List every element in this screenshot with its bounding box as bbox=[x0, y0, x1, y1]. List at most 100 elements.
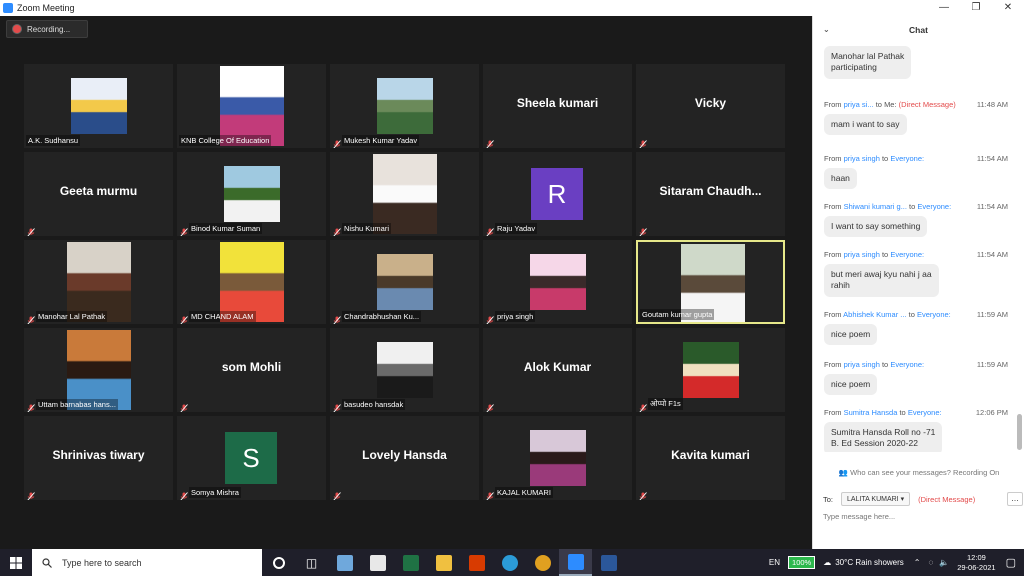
chat-bubble[interactable]: but meri awaj kyu nahi j aa rahih bbox=[824, 264, 939, 297]
close-button[interactable]: ✕ bbox=[992, 0, 1024, 16]
cortana-icon[interactable] bbox=[262, 549, 295, 576]
participant-name-label: Manohar Lal Pathak bbox=[36, 311, 108, 322]
chat-timestamp: 11:54 AM bbox=[976, 154, 1008, 163]
participant-video bbox=[376, 254, 433, 310]
participant-tile[interactable]: Shrinivas tiwary bbox=[24, 416, 173, 500]
task-view-icon[interactable]: ◫ bbox=[295, 549, 328, 576]
participant-tile[interactable]: A.K. Sudhansu bbox=[24, 64, 173, 148]
recording-indicator[interactable]: Recording... bbox=[6, 20, 88, 38]
participant-tile[interactable]: KNB College Of Education bbox=[177, 64, 326, 148]
maximize-button[interactable]: ❐ bbox=[960, 0, 992, 16]
battery-indicator[interactable]: 100% bbox=[788, 556, 816, 569]
muted-mic-icon bbox=[333, 228, 341, 236]
chat-bubble[interactable]: nice poem bbox=[824, 374, 878, 396]
participant-tile[interactable]: Mukesh Kumar Yadav bbox=[330, 64, 479, 148]
chat-timestamp: 11:54 AM bbox=[976, 202, 1008, 211]
store-icon[interactable] bbox=[361, 549, 394, 576]
chat-sender[interactable]: Shiwani kumari g... bbox=[844, 202, 907, 211]
to-word: to bbox=[908, 310, 915, 319]
more-options-button[interactable]: ... bbox=[1007, 492, 1023, 506]
taskbar-clock[interactable]: 12:09 29-06-2021 bbox=[957, 553, 995, 573]
word-icon[interactable] bbox=[592, 549, 625, 576]
participant-tile[interactable]: R Raju Yadav bbox=[483, 152, 632, 236]
participant-tile[interactable]: Manohar Lal Pathak bbox=[24, 240, 173, 324]
taskbar-app-1-icon[interactable] bbox=[328, 549, 361, 576]
participant-tile[interactable]: basudeo hansdak bbox=[330, 328, 479, 412]
file-explorer-icon[interactable] bbox=[427, 549, 460, 576]
participant-tile[interactable]: MD CHAND ALAM bbox=[177, 240, 326, 324]
chevron-up-icon[interactable]: ⌃ bbox=[914, 558, 921, 567]
weather-text[interactable]: 30°C Rain showers bbox=[835, 558, 904, 567]
participant-tile[interactable]: Nishu Kumari bbox=[330, 152, 479, 236]
participant-name-label: Goutam kumar gupta bbox=[640, 309, 715, 320]
chat-sender[interactable]: Abhishek Kumar ... bbox=[843, 310, 906, 319]
muted-indicator bbox=[180, 312, 188, 324]
office-icon[interactable] bbox=[460, 549, 493, 576]
participant-tile[interactable]: KAJAL KUMARI bbox=[483, 416, 632, 500]
participant-tile[interactable]: Geeta murmu bbox=[24, 152, 173, 236]
chat-bubble[interactable]: I want to say something bbox=[824, 216, 928, 238]
chat-sender[interactable]: priya singh bbox=[844, 360, 880, 369]
system-tray: EN 100% ☁ 30°C Rain showers ⌃ ◌ 🔈 12:09 … bbox=[769, 549, 1024, 576]
recipient-dropdown[interactable]: LALITA KUMARI ▾ bbox=[841, 492, 911, 506]
privacy-note[interactable]: 👥 Who can see your messages? Recording O… bbox=[813, 468, 1024, 477]
participant-tile[interactable]: Kavita kumari bbox=[636, 416, 785, 500]
participant-video bbox=[219, 66, 284, 146]
participant-name-display: Geeta murmu bbox=[59, 184, 138, 198]
participant-tile[interactable]: Sheela kumari bbox=[483, 64, 632, 148]
muted-mic-icon bbox=[639, 404, 647, 412]
chat-message: From Shiwani kumari g... to Everyone: 11… bbox=[824, 202, 1020, 238]
excel-icon[interactable] bbox=[394, 549, 427, 576]
participant-tile[interactable]: Binod Kumar Suman bbox=[177, 152, 326, 236]
edge-icon[interactable] bbox=[493, 549, 526, 576]
chevron-down-icon[interactable]: ⌄ bbox=[823, 25, 830, 34]
windows-start-button[interactable] bbox=[0, 549, 32, 576]
participant-video bbox=[529, 254, 586, 310]
window-title: Zoom Meeting bbox=[17, 3, 75, 13]
chat-message-input[interactable] bbox=[823, 512, 1013, 521]
participant-tile[interactable]: som Mohli bbox=[177, 328, 326, 412]
chat-bubble[interactable]: nice poem bbox=[824, 324, 878, 346]
participant-tile[interactable]: priya singh bbox=[483, 240, 632, 324]
participant-tile[interactable]: Vicky bbox=[636, 64, 785, 148]
network-icon[interactable]: ◌ bbox=[928, 558, 933, 567]
zoom-taskbar-icon[interactable] bbox=[559, 549, 592, 576]
muted-indicator bbox=[486, 488, 494, 500]
notification-icon[interactable]: ▢ bbox=[1006, 556, 1016, 569]
participant-tile[interactable]: S Somya Mishra bbox=[177, 416, 326, 500]
minimize-button[interactable]: — bbox=[928, 0, 960, 16]
chat-bubble[interactable]: Manohar lal Pathak participating bbox=[824, 46, 912, 79]
chat-recipient: Everyone: bbox=[890, 250, 925, 259]
windows-logo-icon bbox=[10, 556, 22, 569]
participant-tile[interactable]: Alok Kumar bbox=[483, 328, 632, 412]
participant-tile[interactable]: Lovely Hansda bbox=[330, 416, 479, 500]
participant-tile[interactable]: Uttam barnabas hans... bbox=[24, 328, 173, 412]
participant-video bbox=[376, 78, 433, 134]
chat-title: Chat bbox=[909, 25, 928, 35]
chat-scrollbar[interactable] bbox=[1017, 414, 1022, 450]
muted-indicator bbox=[639, 488, 647, 500]
chat-sender[interactable]: priya si... bbox=[844, 100, 874, 109]
chat-bubble[interactable]: Sumitra Hansda Roll no -71 B. Ed Session… bbox=[824, 422, 943, 452]
participant-name-label: Nishu Kumari bbox=[342, 223, 392, 234]
chat-timestamp: 11:54 AM bbox=[976, 250, 1008, 259]
chrome-icon[interactable] bbox=[526, 549, 559, 576]
chat-sender[interactable]: priya singh bbox=[844, 250, 880, 259]
from-word: From bbox=[824, 408, 842, 417]
muted-mic-icon bbox=[27, 492, 35, 500]
volume-icon[interactable]: 🔈 bbox=[939, 558, 949, 567]
chat-sender[interactable]: priya singh bbox=[844, 154, 880, 163]
participant-tile[interactable]: Chandrabhushan Ku... bbox=[330, 240, 479, 324]
chat-message-meta: From priya si... to Me: (Direct Message)… bbox=[824, 100, 1020, 109]
participant-tile[interactable]: ओप्पो F1s bbox=[636, 328, 785, 412]
chat-bubble[interactable]: mam i want to say bbox=[824, 114, 907, 136]
participant-video bbox=[529, 430, 586, 486]
chat-bubble[interactable]: haan bbox=[824, 168, 857, 190]
chat-sender[interactable]: Sumitra Hansda bbox=[844, 408, 898, 417]
muted-mic-icon bbox=[333, 492, 341, 500]
participant-tile[interactable]: Goutam kumar gupta bbox=[636, 240, 785, 324]
muted-indicator bbox=[333, 400, 341, 412]
participant-tile[interactable]: Sitaram Chaudh... bbox=[636, 152, 785, 236]
taskbar-search[interactable]: Type here to search bbox=[32, 549, 262, 576]
language-indicator[interactable]: EN bbox=[769, 558, 780, 567]
